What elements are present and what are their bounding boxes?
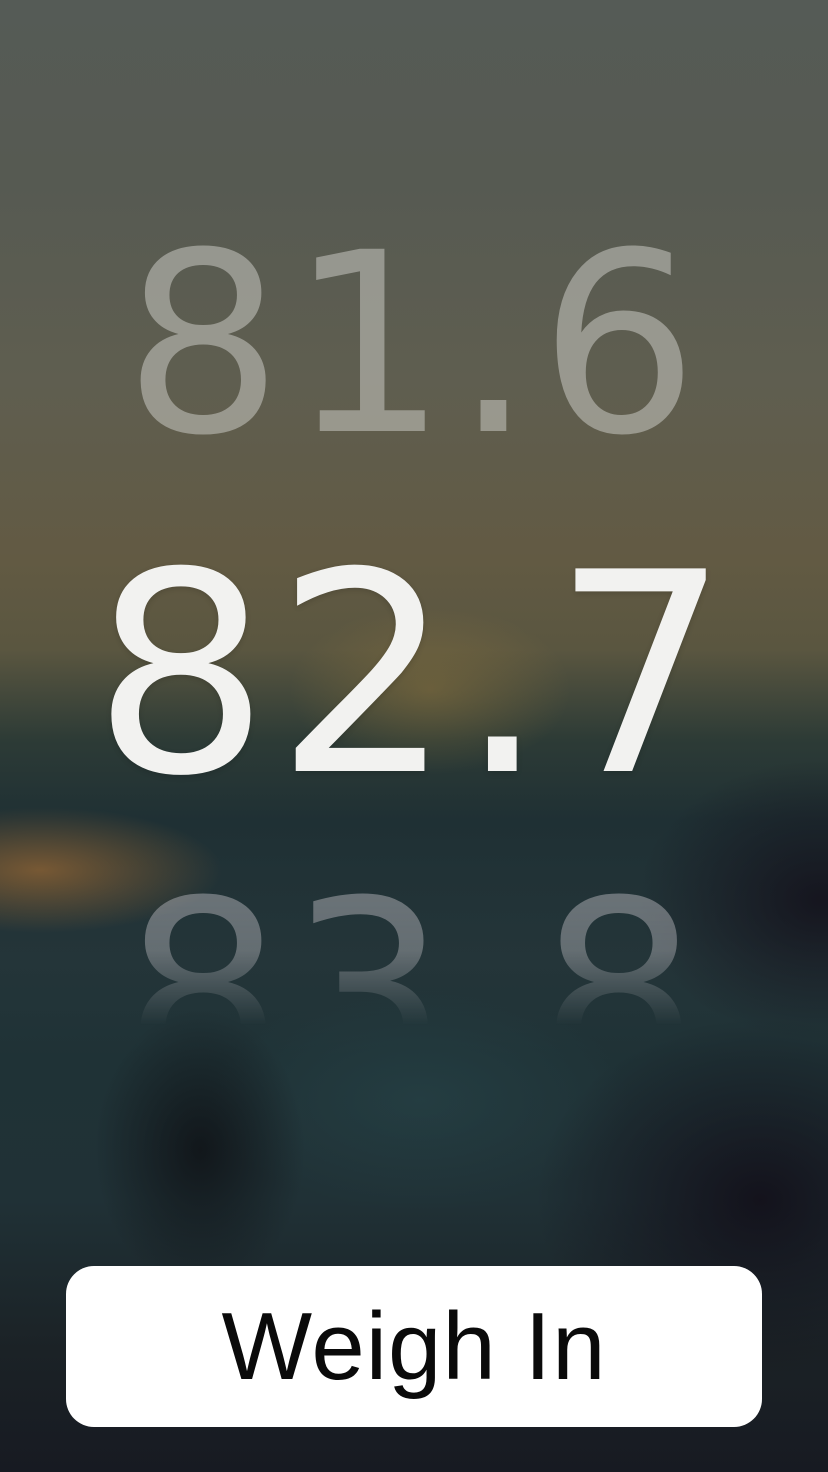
weigh-in-button-label: Weigh In [221,1292,607,1400]
picker-previous-value[interactable]: 81.6 [0,240,828,435]
picker-previous-value-text: 81.6 [123,240,705,435]
picker-next-value-text: 83.8 [123,860,705,1026]
picker-selected-value[interactable]: 82.7 [0,536,828,814]
weigh-in-screen: 81.6 82.7 83.8 Weigh In [0,0,828,1472]
weight-picker[interactable]: 81.6 82.7 83.8 [0,0,828,1472]
weigh-in-button[interactable]: Weigh In [66,1266,762,1427]
picker-next-value[interactable]: 83.8 [0,860,828,1026]
